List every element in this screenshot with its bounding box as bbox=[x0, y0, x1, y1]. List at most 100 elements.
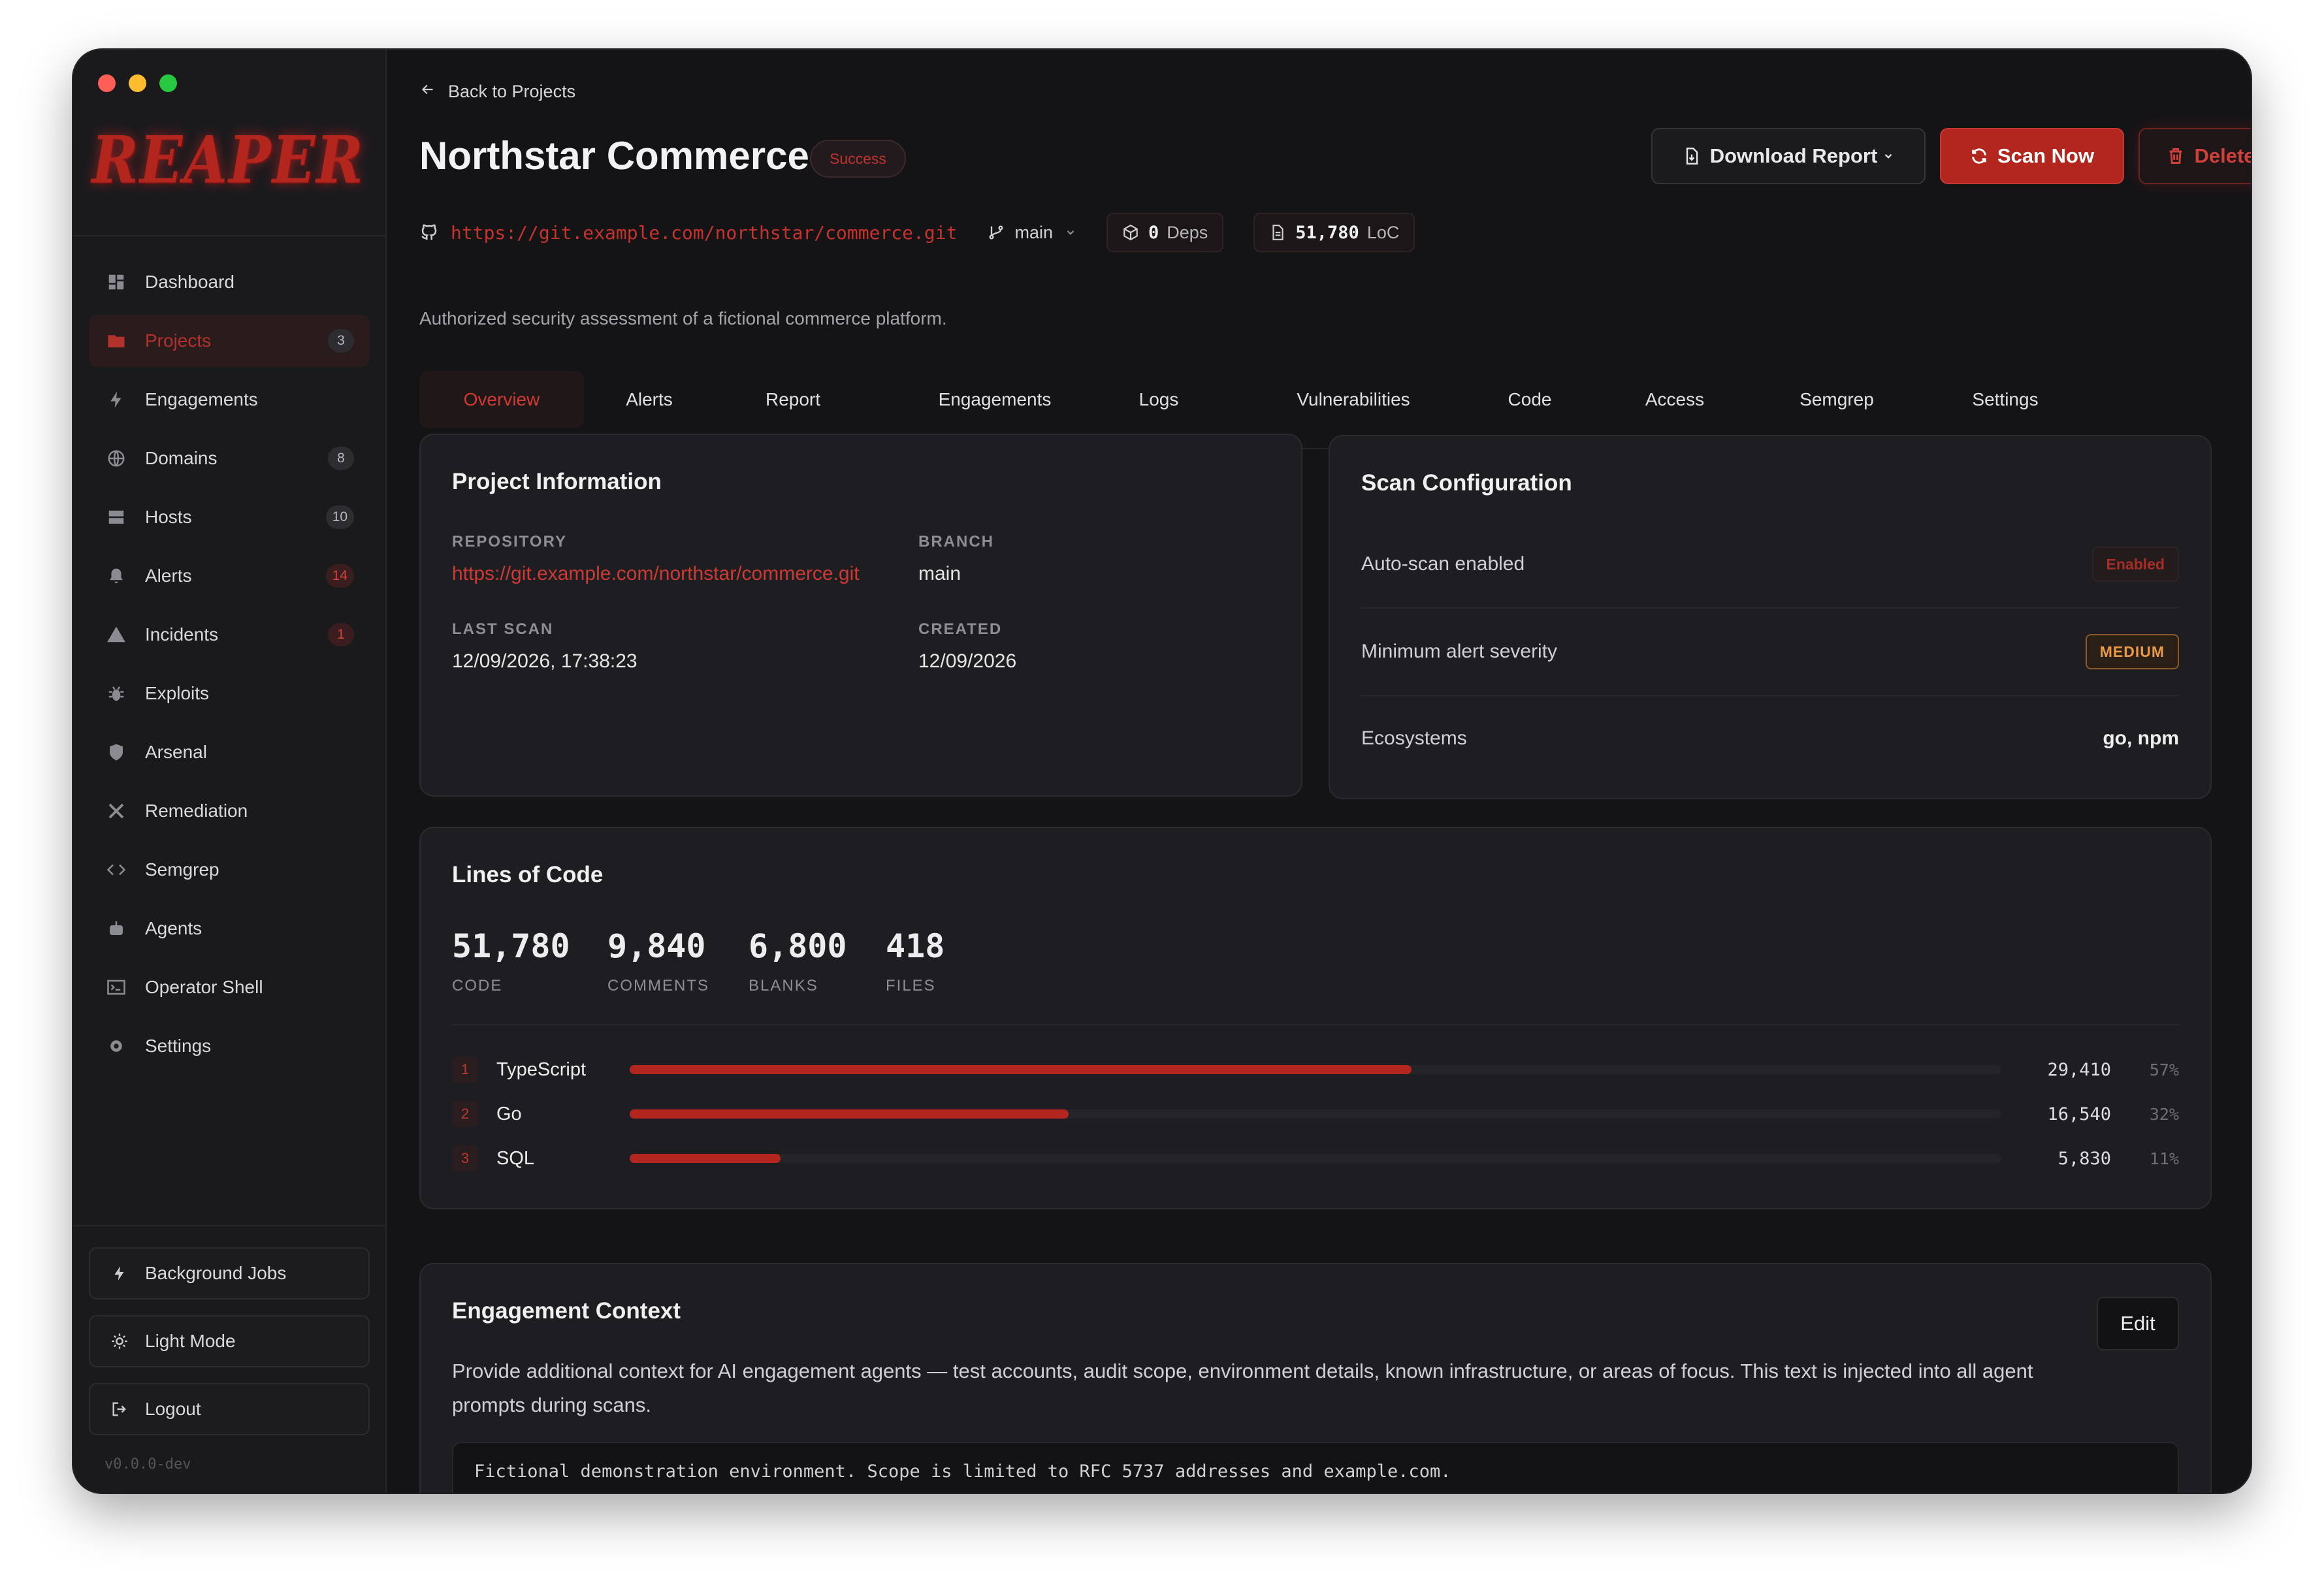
ecosystems-label: Ecosystems bbox=[1361, 727, 1467, 749]
sidebar-item-hosts[interactable]: Hosts 10 bbox=[89, 491, 370, 543]
sidebar-item-engagements[interactable]: Engagements bbox=[89, 374, 370, 426]
version-label: v0.0.0-dev bbox=[105, 1456, 191, 1473]
scan-now-label: Scan Now bbox=[1997, 144, 2095, 167]
download-report-button[interactable]: Download Report bbox=[1651, 128, 1926, 184]
background-jobs-button[interactable]: Background Jobs bbox=[89, 1247, 370, 1299]
tab-code[interactable]: Code bbox=[1491, 371, 1569, 428]
main-content: Back to Projects Northstar Commerce Succ… bbox=[387, 50, 2251, 1493]
sidebar-item-label: Semgrep bbox=[145, 859, 219, 880]
delete-button[interactable]: Delete bbox=[2138, 128, 2251, 184]
edit-button[interactable]: Edit bbox=[2097, 1297, 2179, 1350]
minimize-window-button[interactable] bbox=[129, 74, 146, 92]
gear-icon bbox=[105, 1034, 128, 1058]
card-title: Lines of Code bbox=[452, 862, 604, 887]
sidebar-item-incidents[interactable]: Incidents 1 bbox=[89, 609, 370, 661]
sidebar-item-domains[interactable]: Domains 8 bbox=[89, 432, 370, 485]
back-label: Back to Projects bbox=[448, 82, 576, 101]
server-icon bbox=[105, 505, 128, 529]
sidebar-item-agents[interactable]: Agents bbox=[89, 902, 370, 955]
engagement-context-description: Provide additional context for AI engage… bbox=[452, 1360, 2033, 1416]
tab-access[interactable]: Access bbox=[1622, 371, 1727, 428]
last-scan-label: LAST SCAN bbox=[452, 620, 554, 638]
language-name: Go bbox=[496, 1103, 522, 1124]
sidebar-item-operator-shell[interactable]: Operator Shell bbox=[89, 961, 370, 1013]
tab-settings[interactable]: Settings bbox=[1946, 371, 2064, 428]
blanks-count: 6,800 bbox=[749, 927, 847, 965]
blanks-label: BLANKS bbox=[749, 977, 818, 995]
logout-button[interactable]: Logout bbox=[89, 1383, 370, 1435]
ecosystems-row: Ecosystems go, npm bbox=[1361, 695, 2179, 782]
robot-icon bbox=[105, 917, 128, 940]
comments-count: 9,840 bbox=[607, 927, 706, 965]
sidebar-item-semgrep[interactable]: Semgrep bbox=[89, 844, 370, 896]
app-logo[interactable]: REAPER bbox=[91, 118, 363, 202]
auto-scan-badge: Enabled bbox=[2091, 547, 2179, 582]
chevron-down-icon bbox=[1065, 227, 1076, 238]
tab-vulnerabilities[interactable]: Vulnerabilities bbox=[1268, 371, 1438, 428]
dashboard-icon bbox=[105, 270, 128, 294]
tab-engagements[interactable]: Engagements bbox=[913, 371, 1076, 428]
severity-badge: MEDIUM bbox=[2085, 634, 2179, 669]
repository-link[interactable]: https://git.example.com/northstar/commer… bbox=[419, 222, 957, 244]
github-icon bbox=[419, 223, 439, 242]
engagement-context-content[interactable]: Fictional demonstration environment. Sco… bbox=[452, 1442, 2179, 1493]
sidebar-item-remediation[interactable]: Remediation bbox=[89, 785, 370, 837]
chevron-down-icon bbox=[1882, 150, 1894, 162]
language-line-count: 5,830 bbox=[2058, 1148, 2111, 1169]
language-rank: 3 bbox=[452, 1145, 478, 1171]
language-rank: 1 bbox=[452, 1057, 478, 1083]
light-mode-label: Light Mode bbox=[145, 1331, 236, 1351]
language-rank: 2 bbox=[452, 1101, 478, 1127]
hosts-count-badge: 10 bbox=[325, 505, 354, 529]
globe-icon bbox=[105, 447, 128, 470]
language-name: SQL bbox=[496, 1147, 535, 1169]
created-label: CREATED bbox=[918, 620, 1003, 638]
folder-icon bbox=[105, 329, 128, 353]
tools-icon bbox=[105, 799, 128, 823]
status-badge: Success bbox=[810, 140, 906, 178]
projects-count-badge: 3 bbox=[328, 329, 354, 353]
sidebar-item-projects[interactable]: Projects 3 bbox=[89, 315, 370, 367]
back-to-projects-link[interactable]: Back to Projects bbox=[419, 81, 575, 103]
close-window-button[interactable] bbox=[98, 74, 116, 92]
sidebar-bottom-divider bbox=[73, 1225, 385, 1226]
sidebar-nav: Dashboard Projects 3 Engagements Domains… bbox=[89, 256, 370, 1079]
tab-semgrep[interactable]: Semgrep bbox=[1778, 371, 1896, 428]
tab-overview[interactable]: Overview bbox=[419, 371, 584, 428]
tab-alerts[interactable]: Alerts bbox=[604, 371, 695, 428]
sidebar-item-dashboard[interactable]: Dashboard bbox=[89, 256, 370, 308]
terminal-icon bbox=[105, 976, 128, 999]
sun-icon bbox=[108, 1332, 131, 1350]
maximize-window-button[interactable] bbox=[159, 74, 177, 92]
bolt-icon bbox=[108, 1265, 131, 1282]
sidebar-item-label: Engagements bbox=[145, 389, 258, 409]
tab-report[interactable]: Report bbox=[747, 371, 839, 428]
download-report-label: Download Report bbox=[1709, 144, 1878, 167]
branch-value: main bbox=[918, 563, 961, 584]
language-row: 3 SQL 5,830 11% bbox=[452, 1140, 2179, 1177]
deps-label: Deps bbox=[1167, 222, 1208, 242]
auto-scan-row: Auto-scan enabled Enabled bbox=[1361, 521, 2179, 609]
tab-logs[interactable]: Logs bbox=[1120, 371, 1198, 428]
repository-url: https://git.example.com/northstar/commer… bbox=[451, 221, 958, 244]
loc-label: LoC bbox=[1366, 222, 1400, 242]
language-percent: 11% bbox=[2149, 1149, 2179, 1168]
sidebar-item-alerts[interactable]: Alerts 14 bbox=[89, 550, 370, 602]
scan-now-button[interactable]: Scan Now bbox=[1940, 128, 2124, 184]
sidebar-item-exploits[interactable]: Exploits bbox=[89, 667, 370, 720]
bug-icon bbox=[105, 682, 128, 705]
auto-scan-label: Auto-scan enabled bbox=[1361, 553, 1525, 575]
repository-value[interactable]: https://git.example.com/northstar/commer… bbox=[452, 563, 860, 585]
bolt-icon bbox=[105, 388, 128, 411]
project-information-card: Project Information REPOSITORY https://g… bbox=[419, 434, 1302, 797]
sidebar-item-arsenal[interactable]: Arsenal bbox=[89, 726, 370, 778]
language-bar-track bbox=[630, 1109, 2001, 1119]
sidebar-item-settings[interactable]: Settings bbox=[89, 1020, 370, 1072]
logo-text: REAPER bbox=[91, 121, 364, 199]
domains-count-badge: 8 bbox=[328, 447, 354, 470]
light-mode-button[interactable]: Light Mode bbox=[89, 1315, 370, 1367]
branch-selector[interactable]: main bbox=[987, 223, 1076, 243]
project-meta: https://git.example.com/northstar/commer… bbox=[419, 212, 1415, 253]
package-icon bbox=[1122, 224, 1139, 241]
sidebar-item-label: Domains bbox=[145, 448, 218, 468]
